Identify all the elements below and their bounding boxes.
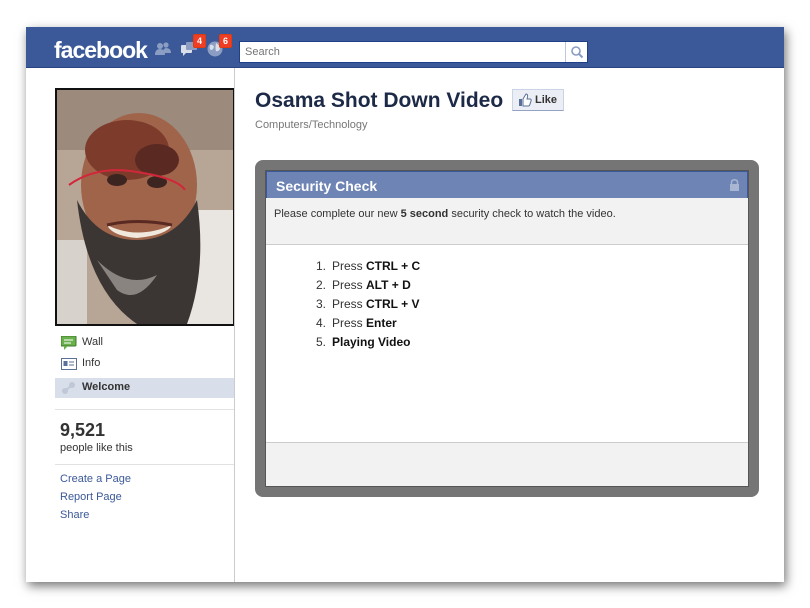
- dialog-intro: Please complete our new 5 second securit…: [266, 198, 748, 245]
- sidebar-item-wall[interactable]: Wall: [55, 333, 235, 353]
- facebook-logo[interactable]: facebook: [54, 37, 148, 64]
- step-item: 1. Press CTRL + C: [315, 259, 421, 273]
- report-page-link[interactable]: Report Page: [60, 491, 122, 503]
- profile-picture[interactable]: [55, 88, 235, 326]
- dialog-title: Security Check: [276, 178, 378, 194]
- profile-photo-illustration: [57, 90, 233, 324]
- messages-jewel[interactable]: 4: [180, 34, 206, 58]
- browser-window: facebook 4 6 Search Wall Info Welcome 9,…: [26, 27, 784, 582]
- step-item: 4. Press Enter: [315, 316, 397, 330]
- dialog-footer: [266, 442, 748, 486]
- magnifier-icon: [571, 46, 584, 59]
- left-column: Wall Info Welcome 9,521 people like this…: [26, 68, 235, 582]
- messages-badge: 4: [192, 34, 206, 48]
- divider: [55, 464, 235, 465]
- lock-icon: [729, 179, 740, 194]
- intro-text: Please complete our new: [274, 208, 401, 220]
- instruction-steps: 1. Press CTRL + C 2. Press ALT + D 3. Press…: [304, 259, 420, 354]
- likes-caption: people like this: [60, 442, 133, 454]
- divider: [55, 409, 235, 410]
- step-item: 5. Playing Video: [315, 335, 411, 349]
- sidebar-item-label: Info: [82, 357, 101, 369]
- like-label: Like: [535, 94, 558, 106]
- intro-text: security check to watch the video.: [448, 208, 616, 220]
- wall-icon: [60, 335, 77, 350]
- step-item: 3. Press CTRL + V: [315, 297, 420, 311]
- page-title: Osama Shot Down Video: [255, 89, 504, 112]
- dialog-header: Security Check: [266, 171, 748, 198]
- thumbs-up-icon: [518, 93, 532, 114]
- sidebar-item-info[interactable]: Info: [55, 354, 235, 374]
- search-box: [239, 41, 588, 63]
- search-input[interactable]: [240, 42, 565, 62]
- step-item: 2. Press ALT + D: [315, 278, 411, 292]
- friends-icon: [155, 42, 171, 55]
- share-link[interactable]: Share: [60, 509, 89, 521]
- intro-emphasis: 5 second: [400, 208, 449, 220]
- page-category: Computers/Technology: [255, 119, 368, 131]
- likes-count: 9,521: [60, 420, 106, 440]
- search-button[interactable]: [565, 42, 587, 62]
- column-divider: [234, 68, 235, 582]
- create-page-link[interactable]: Create a Page: [60, 473, 131, 485]
- facebook-top-bar: facebook 4 6: [26, 27, 784, 68]
- welcome-icon: [61, 381, 77, 395]
- sidebar-item-label: Wall: [82, 336, 103, 348]
- security-dialog: Security Check Please complete our new 5…: [265, 170, 749, 487]
- like-button[interactable]: Like: [512, 89, 565, 114]
- info-icon: [61, 357, 77, 371]
- security-dialog-frame: Security Check Please complete our new 5…: [255, 160, 759, 497]
- friend-requests-jewel[interactable]: [154, 40, 172, 58]
- sidebar-item-label: Welcome: [82, 381, 131, 393]
- notifications-badge: 6: [218, 34, 232, 48]
- sidebar-item-welcome[interactable]: Welcome: [55, 378, 235, 398]
- notifications-jewel[interactable]: 6: [206, 34, 232, 58]
